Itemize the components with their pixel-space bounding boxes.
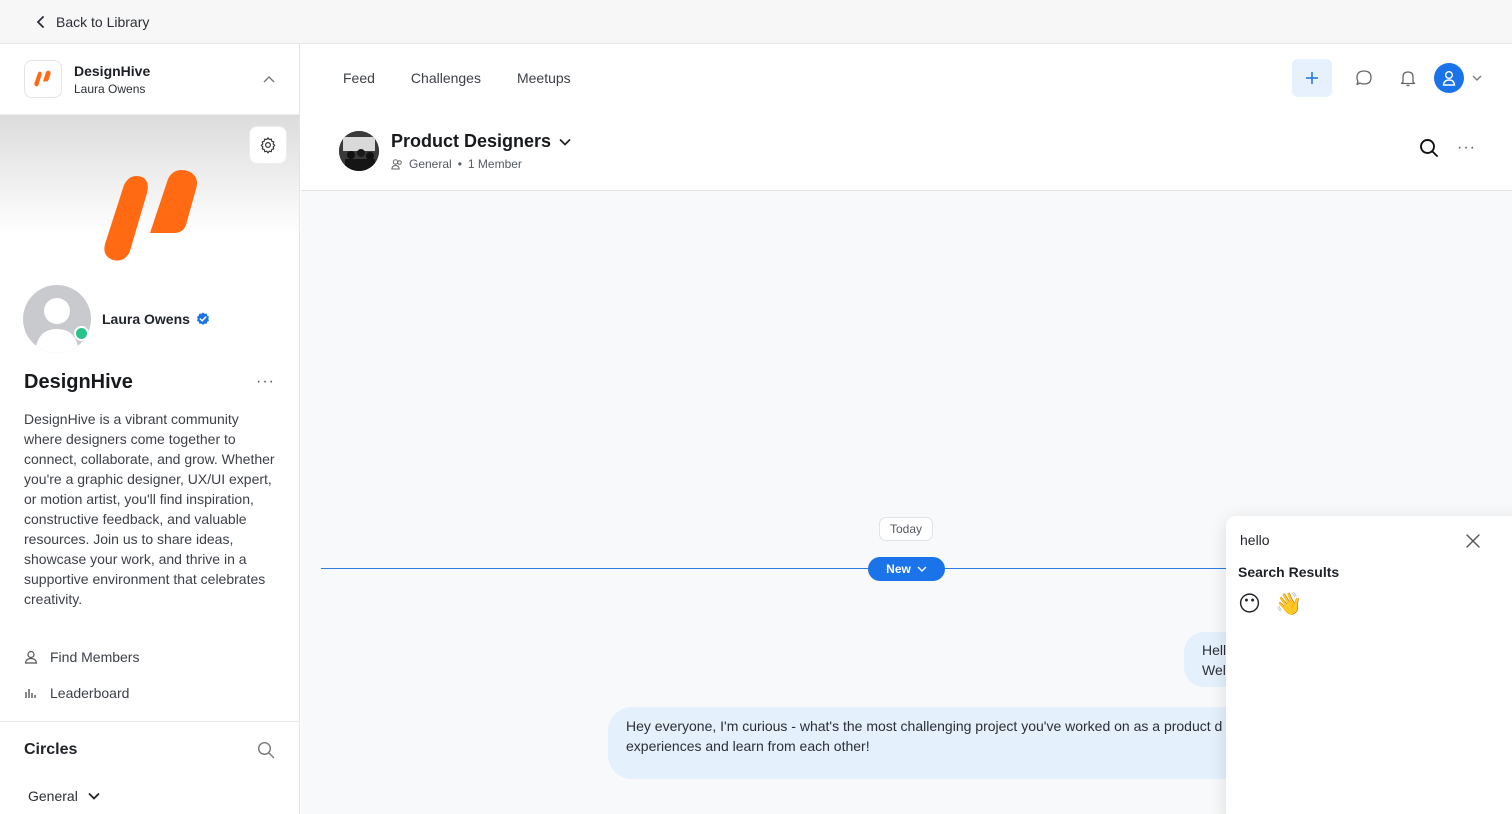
back-to-library-link[interactable]: Back to Library — [36, 14, 149, 30]
channel-photo-icon — [339, 131, 379, 171]
community-description: DesignHive is a vibrant community where … — [24, 411, 275, 607]
default-avatar-icon — [35, 298, 79, 353]
search-icon[interactable] — [257, 741, 275, 759]
create-button[interactable] — [1292, 59, 1332, 97]
date-divider: Today — [879, 517, 934, 541]
message-text: Hey everyone, I'm curious - what's the m… — [626, 718, 1223, 734]
nav-actions — [1292, 59, 1482, 97]
messages-button[interactable] — [1342, 59, 1386, 97]
chevron-up-icon[interactable] — [263, 75, 275, 83]
tab-challenges[interactable]: Challenges — [411, 70, 481, 86]
new-messages-button[interactable]: New — [868, 557, 945, 581]
community-name: DesignHive — [74, 62, 151, 79]
emoji-search-panel: Search Results 😶 👋 — [1226, 516, 1512, 814]
channel-actions: ··· — [1419, 138, 1476, 158]
close-icon[interactable] — [1466, 534, 1480, 548]
plus-icon — [1306, 72, 1318, 84]
leaderboard-label: Leaderboard — [50, 685, 130, 701]
user-menu-avatar[interactable] — [1434, 63, 1464, 93]
designhive-logo-icon — [34, 70, 51, 87]
notifications-button[interactable] — [1386, 59, 1430, 97]
tab-meetups[interactable]: Meetups — [517, 70, 571, 86]
profile-name[interactable]: Laura Owens — [102, 311, 210, 327]
find-members-label: Find Members — [50, 649, 140, 665]
circles-title: Circles — [24, 741, 78, 758]
chevron-down-icon[interactable] — [1472, 75, 1482, 81]
group-icon — [391, 159, 402, 170]
emoji-result[interactable]: 👋 — [1275, 592, 1302, 618]
community-cover — [0, 115, 299, 275]
meta-separator: • — [457, 157, 462, 171]
search-icon[interactable] — [1419, 138, 1439, 158]
emoji-search-input[interactable] — [1240, 532, 1440, 548]
channel-avatar[interactable] — [339, 131, 379, 171]
circles-header: Circles — [0, 722, 299, 778]
leaderboard-link[interactable]: Leaderboard — [0, 675, 299, 711]
new-messages-line — [321, 568, 1251, 569]
user-icon — [1442, 71, 1456, 86]
community-big-logo — [104, 170, 197, 261]
search-results-title: Search Results — [1238, 564, 1340, 580]
community-title: DesignHive — [24, 370, 133, 393]
channel-members: 1 Member — [467, 157, 522, 171]
community-user: Laura Owens — [74, 81, 146, 96]
new-label: New — [886, 562, 911, 576]
community-logo — [24, 60, 62, 98]
chevron-down-icon — [559, 138, 571, 146]
message-bubble[interactable]: Hey everyone, I'm curious - what's the m… — [608, 707, 1258, 779]
chevron-down-icon — [917, 566, 927, 572]
online-status-dot — [74, 326, 89, 341]
general-label: General — [28, 788, 78, 804]
channel-category: General — [409, 157, 452, 171]
message-text: experiences and learn from each other! — [626, 738, 870, 754]
navbar: Feed Challenges Meetups — [301, 44, 1512, 112]
bell-icon — [1400, 71, 1416, 87]
find-members-link[interactable]: Find Members — [0, 639, 299, 675]
bar-chart-icon — [25, 689, 36, 698]
top-bar: Back to Library — [0, 0, 1512, 44]
community-title-row: DesignHive ··· — [0, 363, 299, 401]
emoji-result[interactable]: 😶 — [1238, 592, 1261, 618]
profile-section: Laura Owens — [0, 275, 299, 363]
more-options-icon[interactable]: ··· — [256, 373, 275, 391]
chevron-down-icon — [88, 792, 100, 800]
avatar[interactable] — [23, 285, 91, 353]
person-icon — [24, 650, 38, 664]
channel-title[interactable]: Product Designers — [391, 131, 571, 152]
back-label: Back to Library — [56, 13, 150, 30]
chat-bubble-icon — [1356, 70, 1372, 86]
channel-header: Product Designers General • 1 Member ··· — [301, 112, 1512, 191]
community-switcher[interactable]: DesignHive Laura Owens — [0, 44, 299, 115]
settings-button[interactable] — [250, 127, 286, 163]
more-options-icon[interactable]: ··· — [1457, 139, 1476, 157]
verified-badge-icon — [196, 312, 209, 325]
channel-meta: General • 1 Member — [391, 157, 571, 171]
chevron-left-icon — [36, 15, 44, 28]
sidebar: DesignHive Laura Owens Laura Owens Desig… — [0, 44, 300, 814]
profile-name-label: Laura Owens — [102, 311, 190, 327]
tab-feed[interactable]: Feed — [343, 70, 375, 86]
gear-icon — [260, 137, 276, 154]
emoji-results: 😶 👋 — [1238, 592, 1302, 618]
channel-title-label: Product Designers — [391, 131, 552, 151]
general-circle-toggle[interactable]: General — [0, 778, 299, 814]
